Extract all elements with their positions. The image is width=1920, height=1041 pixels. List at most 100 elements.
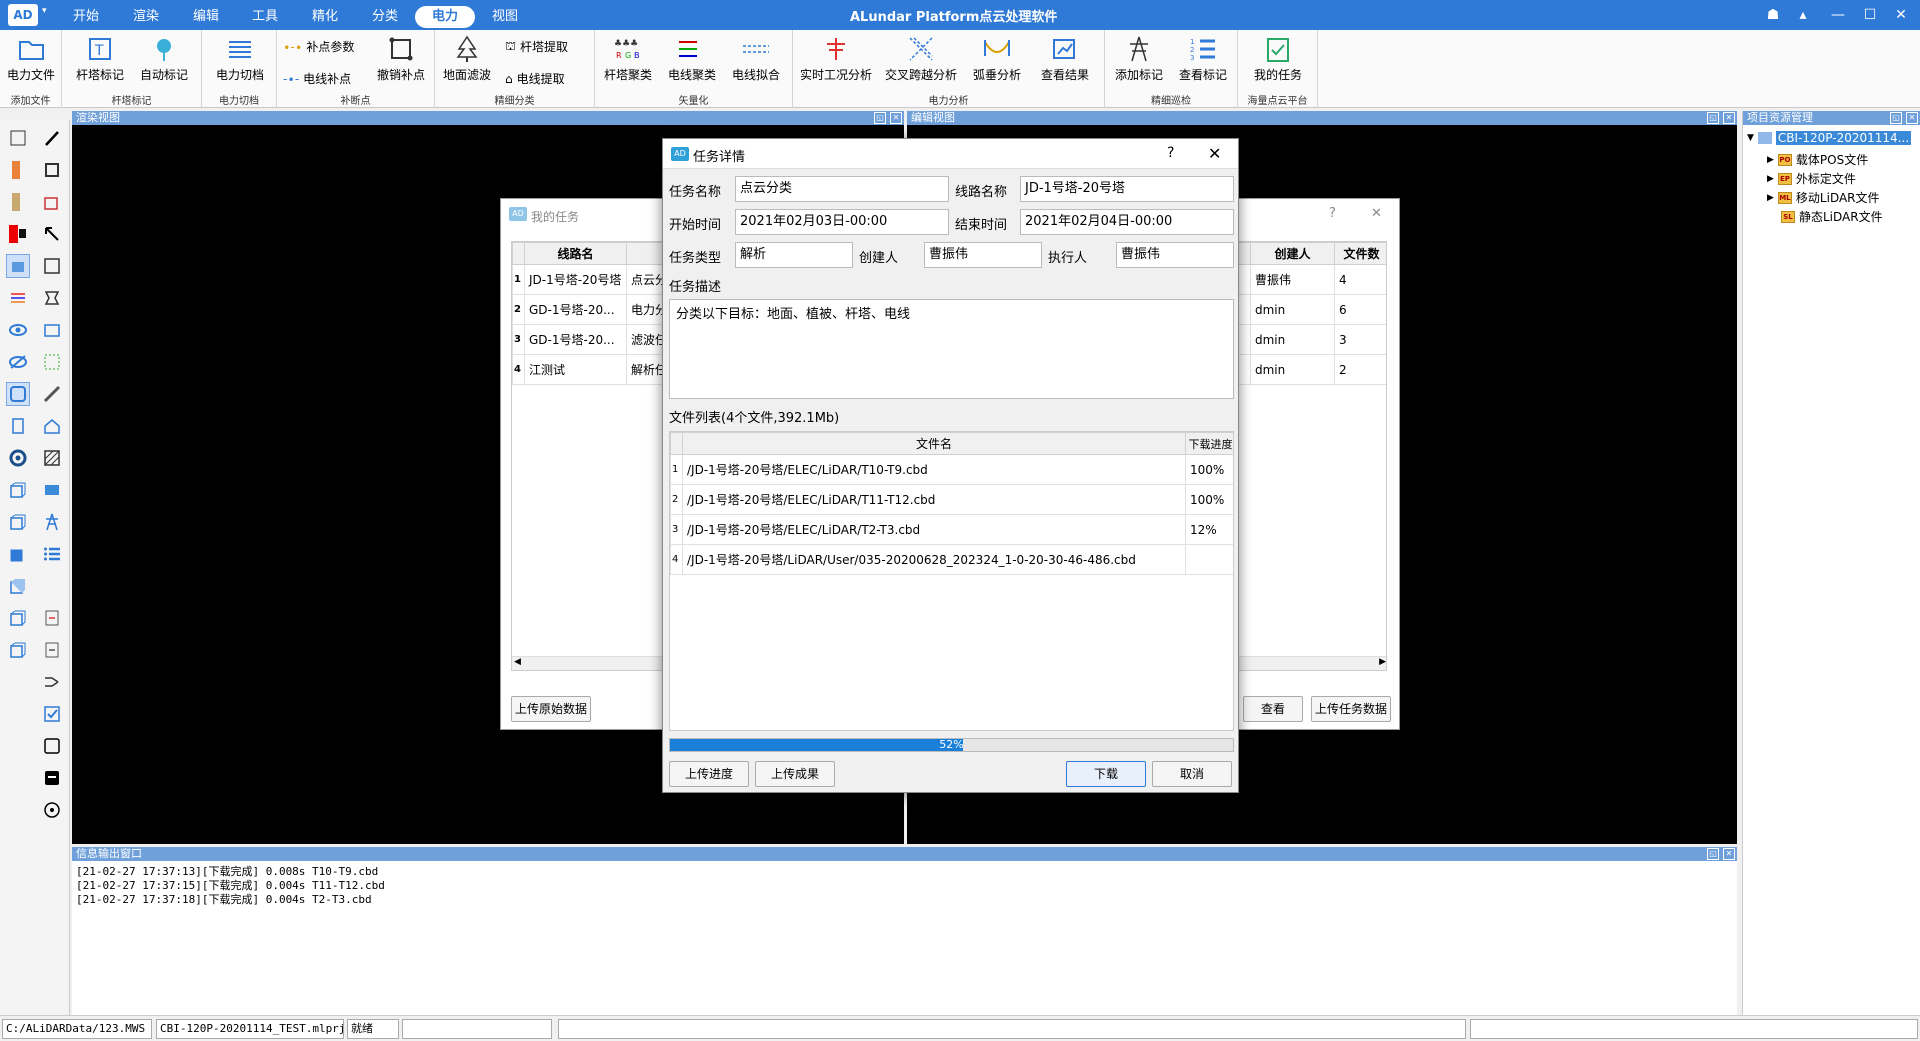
menu-tab-start[interactable]: 开始 bbox=[66, 6, 106, 28]
cube-front-icon[interactable] bbox=[6, 478, 30, 502]
panel-close-icon[interactable]: ✕ bbox=[1906, 112, 1918, 124]
rounded-select-icon[interactable] bbox=[6, 382, 30, 406]
minimize-button[interactable]: — bbox=[1825, 4, 1851, 26]
cancel-button[interactable]: 取消 bbox=[1152, 761, 1232, 787]
sag-analysis-button[interactable]: 弧垂分析 bbox=[967, 34, 1027, 83]
start-time-field[interactable]: 2021年02月03日-00:00 bbox=[735, 209, 949, 235]
upload-task-data-button[interactable]: 上传任务数据 bbox=[1311, 696, 1391, 722]
view-mark-button[interactable]: 123 查看标记 bbox=[1173, 34, 1233, 83]
cube-left-icon[interactable] bbox=[6, 510, 30, 534]
cube-bottom-icon[interactable] bbox=[6, 638, 30, 662]
eye-icon[interactable] bbox=[6, 318, 30, 342]
power-file-button[interactable]: 电力文件 bbox=[4, 34, 58, 83]
map-icon[interactable] bbox=[40, 478, 64, 502]
arrow-right-box-icon[interactable] bbox=[40, 606, 64, 630]
table-row[interactable]: 4/JD-1号塔-20号塔/LiDAR/User/035-20200628_20… bbox=[670, 544, 1233, 575]
scroll-left-icon[interactable]: ◀ bbox=[514, 657, 521, 667]
polygon-icon[interactable] bbox=[40, 286, 64, 310]
line-cluster-button[interactable]: 电线聚类 bbox=[663, 34, 721, 83]
menu-tab-edit[interactable]: 编辑 bbox=[186, 6, 226, 28]
gear-icon[interactable] bbox=[6, 446, 30, 470]
minus-box-icon[interactable] bbox=[40, 638, 64, 662]
undo-patch-button[interactable]: 撤销补点 bbox=[373, 34, 429, 83]
tree-item-pos[interactable]: ▶ PO 载体POS文件 bbox=[1767, 151, 1868, 168]
expand-arrow-icon[interactable]: ▶ bbox=[1767, 174, 1774, 184]
line-patch-button[interactable]: -∙- 电线补点 bbox=[283, 70, 351, 87]
height-color-icon[interactable] bbox=[6, 190, 30, 214]
merge-arrow-icon[interactable] bbox=[40, 670, 64, 694]
window-stack-icon[interactable] bbox=[40, 190, 64, 214]
select-rect-icon[interactable] bbox=[6, 126, 30, 150]
cross-analysis-button[interactable]: 交叉跨越分析 bbox=[881, 34, 961, 83]
scroll-right-icon[interactable]: ▶ bbox=[1379, 657, 1386, 667]
menu-tab-render[interactable]: 渲染 bbox=[126, 6, 166, 28]
tree-item-static-lidar[interactable]: SL 静态LiDAR文件 bbox=[1781, 208, 1883, 225]
menu-tab-tools[interactable]: 工具 bbox=[245, 6, 285, 28]
expand-arrow-icon[interactable]: ▶ bbox=[1767, 155, 1774, 165]
upload-raw-data-button[interactable]: 上传原始数据 bbox=[511, 696, 591, 722]
pylon-icon[interactable] bbox=[40, 510, 64, 534]
skin-icon[interactable]: ☗ bbox=[1760, 4, 1786, 26]
panel-close-icon[interactable]: ✕ bbox=[1723, 848, 1735, 860]
checkbox-icon[interactable] bbox=[40, 702, 64, 726]
add-mark-button[interactable]: 添加标记 bbox=[1109, 34, 1169, 83]
panel-float-icon[interactable]: ◱ bbox=[874, 112, 886, 124]
point-select-icon[interactable] bbox=[6, 254, 30, 278]
my-tasks-button[interactable]: 我的任务 bbox=[1246, 34, 1310, 83]
download-progress-column-header[interactable]: 下载进度 bbox=[1185, 432, 1233, 455]
menu-tab-classify[interactable]: 分类 bbox=[365, 6, 405, 28]
close-button[interactable]: ✕ bbox=[1888, 4, 1914, 26]
target-icon[interactable] bbox=[40, 798, 64, 822]
cube-top-icon[interactable] bbox=[6, 574, 30, 598]
table-row[interactable]: 1/JD-1号塔-20号塔/ELEC/LiDAR/T10-T9.cbd 100% bbox=[670, 454, 1233, 485]
realtime-analysis-button[interactable]: 实时工况分析 bbox=[797, 34, 875, 83]
menu-tab-refine[interactable]: 精化 bbox=[305, 6, 345, 28]
cube-right-icon[interactable] bbox=[6, 542, 30, 566]
collapse-ribbon-icon[interactable]: ▴ bbox=[1790, 4, 1816, 26]
pointer-icon[interactable] bbox=[40, 222, 64, 246]
eye-slash-icon[interactable] bbox=[6, 350, 30, 374]
upload-results-button[interactable]: 上传成果 bbox=[755, 761, 835, 787]
menu-tab-power[interactable]: 电力 bbox=[415, 6, 475, 28]
line-column-header[interactable]: 线路名 bbox=[524, 242, 627, 265]
tower-mark-button[interactable]: T 杆塔标记 bbox=[72, 34, 128, 83]
view-button[interactable]: 查看 bbox=[1243, 696, 1303, 722]
creator-column-header[interactable]: 创建人 bbox=[1250, 242, 1335, 265]
patch-params-button[interactable]: ∙-∙ 补点参数 bbox=[283, 38, 354, 55]
tree-item-calibration[interactable]: ▶ EP 外标定文件 bbox=[1767, 170, 1856, 187]
gradient-icon[interactable] bbox=[6, 158, 30, 182]
panel-float-icon[interactable]: ◱ bbox=[1890, 112, 1902, 124]
ground-filter-button[interactable]: 地面滤波 bbox=[439, 34, 495, 83]
type-column-header[interactable] bbox=[626, 242, 667, 265]
creator-field[interactable]: 曹振伟 bbox=[924, 242, 1042, 268]
rgb-color-icon[interactable] bbox=[6, 222, 30, 246]
dashed-select-icon[interactable] bbox=[40, 350, 64, 374]
list-icon[interactable] bbox=[40, 542, 64, 566]
page-icon[interactable] bbox=[6, 414, 30, 438]
table-row[interactable]: 2/JD-1号塔-20号塔/ELEC/LiDAR/T11-T12.cbd 100% bbox=[670, 484, 1233, 515]
file-name-column-header[interactable]: 文件名 bbox=[682, 432, 1186, 455]
hatch-icon[interactable] bbox=[40, 446, 64, 470]
line-extract-button[interactable]: ⌂ 电线提取 bbox=[505, 70, 565, 87]
tree-item-mobile-lidar[interactable]: ▶ ML 移动LiDAR文件 bbox=[1767, 189, 1880, 206]
power-cut-button[interactable]: 电力切档 bbox=[210, 34, 270, 83]
expand-arrow-icon[interactable]: ▼ bbox=[1747, 133, 1754, 143]
cube-back-icon[interactable] bbox=[6, 606, 30, 630]
panel-float-icon[interactable]: ◱ bbox=[1707, 848, 1719, 860]
menu-tab-view[interactable]: 视图 bbox=[485, 6, 525, 28]
description-textarea[interactable]: 分类以下目标：地面、植被、杆塔、电线 bbox=[669, 299, 1234, 399]
filled-box-icon[interactable] bbox=[40, 766, 64, 790]
box-icon[interactable] bbox=[40, 254, 64, 278]
files-column-header[interactable]: 文件数 bbox=[1334, 242, 1386, 265]
tree-root[interactable]: ▼ CBI-120P-20201114... bbox=[1747, 131, 1912, 145]
close-icon[interactable]: ✕ bbox=[1208, 144, 1221, 163]
pen-icon[interactable] bbox=[40, 126, 64, 150]
task-name-field[interactable]: 点云分类 bbox=[735, 176, 949, 202]
panel-close-icon[interactable]: ✕ bbox=[1723, 112, 1735, 124]
tower-extract-button[interactable]: ⛫ 杆塔提取 bbox=[505, 38, 568, 55]
executor-field[interactable]: 曹振伟 bbox=[1116, 242, 1234, 268]
layers-icon[interactable] bbox=[40, 158, 64, 182]
task-type-field[interactable]: 解析 bbox=[735, 242, 853, 268]
line-fit-button[interactable]: 电线拟合 bbox=[727, 34, 785, 83]
table-row[interactable]: 3/JD-1号塔-20号塔/ELEC/LiDAR/T2-T3.cbd 12% bbox=[670, 514, 1233, 545]
